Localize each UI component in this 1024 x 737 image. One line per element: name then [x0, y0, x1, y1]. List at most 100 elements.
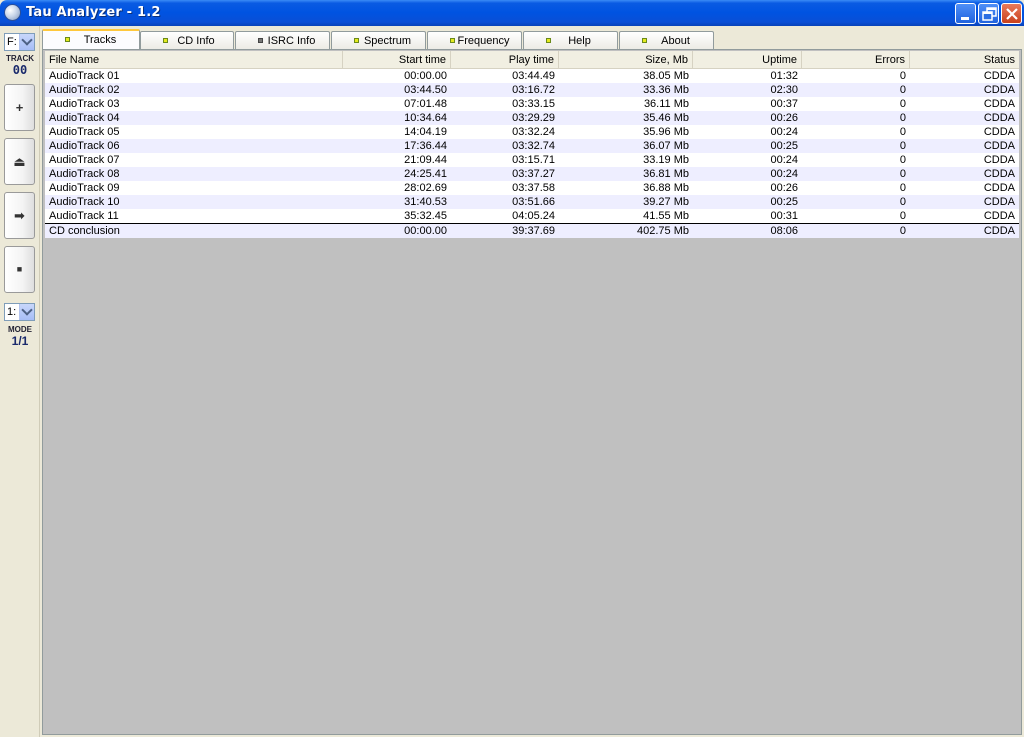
table-cell: 03:44.50	[404, 84, 447, 96]
table-cell: CDDA	[983, 210, 1015, 222]
tab-tracks[interactable]: Tracks	[42, 29, 140, 49]
col-header-errors[interactable]: Errors	[802, 51, 910, 69]
table-cell: 03:33.15	[512, 98, 555, 110]
table-cell: 14:04.19	[404, 126, 447, 138]
table-cell: 38.05 Mb	[643, 70, 689, 82]
table-cell: 0	[899, 182, 906, 194]
minimize-button[interactable]	[955, 3, 976, 24]
eject-button[interactable]: ⏏	[4, 138, 35, 185]
table-cell: 0	[899, 126, 906, 138]
tab-spectrum[interactable]: Spectrum	[331, 31, 426, 49]
table-cell: 35.96 Mb	[643, 126, 689, 138]
col-header-uptime[interactable]: Uptime	[693, 51, 802, 69]
table-cell: 00:24	[770, 126, 798, 138]
table-cell: 00:25	[770, 140, 798, 152]
table-cell: 24:25.41	[404, 168, 447, 180]
table-cell: 36.11 Mb	[643, 98, 689, 110]
table-cell: AudioTrack 06	[49, 140, 120, 152]
table-cell: 00:37	[770, 98, 798, 110]
close-button[interactable]	[1001, 3, 1022, 24]
table-cell: CDDA	[983, 196, 1015, 208]
table-cell: 03:37.27	[512, 168, 555, 180]
table-cell: 03:32.24	[512, 126, 555, 138]
table-cell: 01:32	[770, 70, 798, 82]
table-cell: CDDA	[983, 98, 1015, 110]
table-row[interactable]: AudioTrack 04 10:34.64 03:29.29 35.46 Mb 00:…	[45, 111, 1019, 125]
arrow-right-icon: ➡	[14, 208, 25, 223]
table-cell: CDDA	[983, 182, 1015, 194]
table-cell: AudioTrack 09	[49, 182, 120, 194]
table-cell: 35:32.45	[404, 210, 447, 222]
tab-frequency[interactable]: Frequency	[427, 31, 522, 49]
col-header-size[interactable]: Size, Mb	[559, 51, 693, 69]
mode-value: 1/1	[11, 334, 29, 348]
table-cell: 33.19 Mb	[643, 154, 689, 166]
restore-icon	[982, 7, 997, 21]
table-cell: AudioTrack 02	[49, 84, 120, 96]
table-cell: 35.46 Mb	[643, 112, 689, 124]
drive-select[interactable]: F:	[4, 33, 35, 51]
tab-cd-info[interactable]: CD Info	[140, 31, 234, 49]
tab-about[interactable]: About	[619, 31, 714, 49]
table-row[interactable]: AudioTrack 10 31:40.53 03:51.66 39.27 Mb 00:…	[45, 195, 1019, 209]
table-row[interactable]: AudioTrack 08 24:25.41 03:37.27 36.81 Mb 00:…	[45, 167, 1019, 181]
stop-button[interactable]: ■	[4, 246, 35, 293]
table-cell: AudioTrack 03	[49, 98, 120, 110]
table-cell: CDDA	[983, 140, 1015, 152]
table-cell: 402.75 Mb	[637, 225, 689, 237]
tracks-table[interactable]: File Name Start time Play time Size, Mb …	[45, 51, 1019, 238]
chevron-down-icon[interactable]	[19, 304, 34, 320]
chevron-down-icon[interactable]	[19, 34, 34, 50]
add-button[interactable]: +	[4, 84, 35, 131]
table-cell: 0	[899, 98, 906, 110]
table-cell: 03:15.71	[512, 154, 555, 166]
minimize-icon	[961, 17, 969, 20]
table-row[interactable]: AudioTrack 03 07:01.48 03:33.15 36.11 Mb 00:…	[45, 97, 1019, 111]
tab-label: Tracks	[83, 34, 117, 46]
table-row[interactable]: AudioTrack 01 00:00.00 03:44.49 38.05 Mb 01:…	[45, 69, 1019, 83]
table-cell: 0	[899, 84, 906, 96]
play-button[interactable]: ➡	[4, 192, 35, 239]
table-cell: 0	[899, 140, 906, 152]
table-row[interactable]: AudioTrack 06 17:36.44 03:32.74 36.07 Mb 00:…	[45, 139, 1019, 153]
mode-label: MODE	[8, 325, 32, 334]
table-cell: 0	[899, 112, 906, 124]
table-cell: 0	[899, 196, 906, 208]
tracks-panel: File Name Start time Play time Size, Mb …	[42, 49, 1022, 735]
title-bar[interactable]: Tau Analyzer - 1.2	[0, 0, 1024, 26]
tab-label: About	[661, 35, 690, 47]
col-header-play-time[interactable]: Play time	[451, 51, 559, 69]
col-header-status[interactable]: Status	[910, 51, 1019, 69]
col-header-file-name[interactable]: File Name	[45, 51, 343, 69]
table-cell: AudioTrack 11	[49, 210, 119, 222]
restore-button[interactable]	[978, 3, 999, 24]
col-header-start-time[interactable]: Start time	[343, 51, 451, 69]
tab-help[interactable]: Help	[523, 31, 618, 49]
table-cell: 41.55 Mb	[643, 210, 689, 222]
table-row[interactable]: AudioTrack 09 28:02.69 03:37.58 36.88 Mb 00:…	[45, 181, 1019, 195]
table-cell: CDDA	[983, 126, 1015, 138]
table-row[interactable]: AudioTrack 11 35:32.45 04:05.24 41.55 Mb 00:…	[45, 209, 1019, 223]
table-cell: 07:01.48	[404, 98, 447, 110]
table-cell: 00:25	[770, 196, 798, 208]
table-cell: AudioTrack 05	[49, 126, 120, 138]
table-cell: 10:34.64	[404, 112, 447, 124]
app-icon[interactable]	[4, 4, 21, 21]
table-cell: 0	[899, 154, 906, 166]
tab-label: CD Info	[177, 35, 215, 47]
table-cell: 36.81 Mb	[643, 168, 689, 180]
mode-select[interactable]: 1:	[4, 303, 35, 321]
table-row[interactable]: AudioTrack 07 21:09.44 03:15.71 33.19 Mb 00:…	[45, 153, 1019, 167]
table-row[interactable]: AudioTrack 02 03:44.50 03:16.72 33.36 Mb 02:…	[45, 83, 1019, 97]
table-cell: 0	[899, 70, 906, 82]
table-cell: 36.07 Mb	[643, 140, 689, 152]
table-total-row[interactable]: CD conclusion 00:00.00 39:37.69 402.75 Mb 08…	[45, 223, 1019, 238]
table-cell: 00:31	[770, 210, 798, 222]
table-cell: CDDA	[983, 225, 1015, 237]
tab-label: Frequency	[457, 35, 510, 47]
table-cell: 00:26	[770, 182, 798, 194]
table-row[interactable]: AudioTrack 05 14:04.19 03:32.24 35.96 Mb 00:…	[45, 125, 1019, 139]
tab-isrc-info[interactable]: ISRC Info	[235, 31, 330, 49]
drive-value: F:	[7, 36, 17, 48]
tab-label: Spectrum	[363, 35, 412, 47]
